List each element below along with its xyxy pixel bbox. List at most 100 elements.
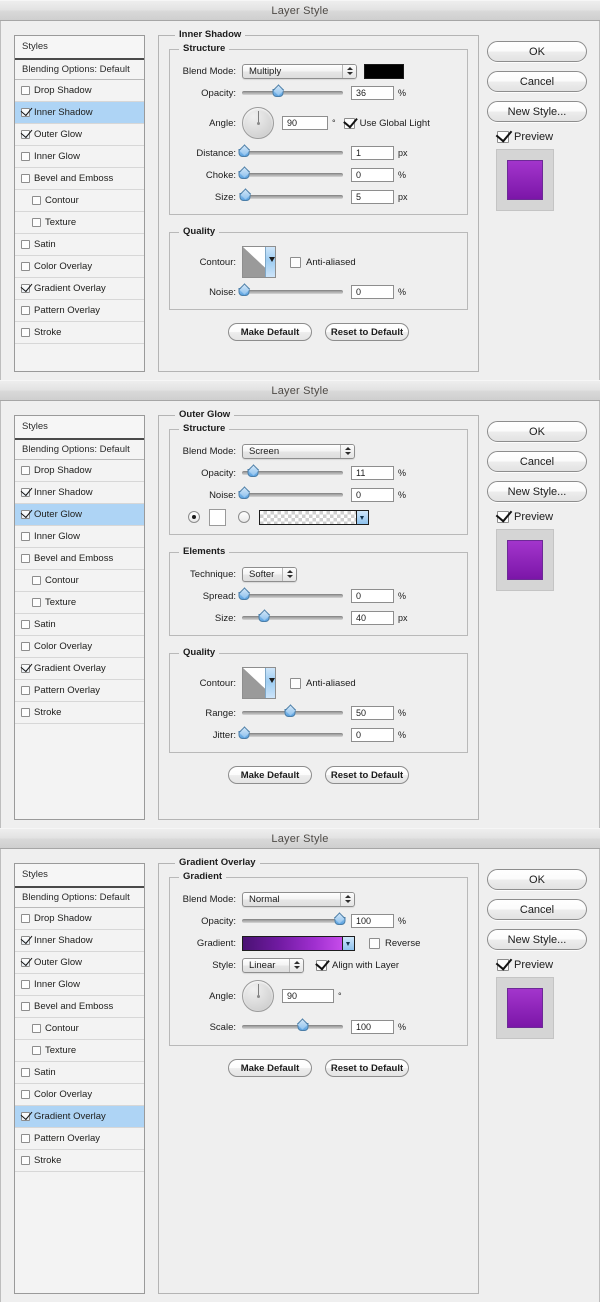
noise-value[interactable]: 0 [351,488,394,502]
checkbox-texture[interactable] [32,1046,41,1055]
sidebar-item-inner-glow[interactable]: Inner Glow [15,526,144,548]
checkbox-anti-aliased[interactable] [290,677,301,689]
styles-header[interactable]: Styles [15,864,144,888]
blend-mode-select[interactable]: Screen [242,443,355,459]
size-value[interactable]: 40 [351,611,394,625]
checkbox-reverse[interactable] [369,937,380,949]
sidebar-item-inner-glow[interactable]: Inner Glow [15,974,144,996]
gradient-picker[interactable] [242,935,355,951]
sidebar-item-drop-shadow[interactable]: Drop Shadow [15,80,144,102]
checkbox-inner-glow[interactable] [21,152,30,161]
sidebar-item-bevel-and-emboss[interactable]: Bevel and Emboss [15,548,144,570]
reset-to-default-button[interactable]: Reset to Default [325,766,409,784]
cancel-button[interactable]: Cancel [487,71,587,92]
checkbox-inner-shadow[interactable] [21,936,30,945]
opacity-value[interactable]: 11 [351,466,394,480]
size-value[interactable]: 5 [351,190,394,204]
sidebar-item-inner-shadow[interactable]: Inner Shadow [15,102,144,124]
sidebar-item-gradient-overlay[interactable]: Gradient Overlay [15,658,144,680]
sidebar-item-satin[interactable]: Satin [15,234,144,256]
reverse-row[interactable]: Reverse [369,937,420,949]
sidebar-item-pattern-overlay[interactable]: Pattern Overlay [15,300,144,322]
make-default-button[interactable]: Make Default [228,323,312,341]
checkbox-color-overlay[interactable] [21,1090,30,1099]
checkbox-use-global-light[interactable] [343,117,355,129]
jitter-slider[interactable] [238,729,343,741]
reset-to-default-button[interactable]: Reset to Default [325,323,409,341]
make-default-button[interactable]: Make Default [228,766,312,784]
preview-toggle[interactable]: Preview [497,959,589,971]
checkbox-drop-shadow[interactable] [21,914,30,923]
new-style-button[interactable]: New Style... [487,481,587,502]
cancel-button[interactable]: Cancel [487,451,587,472]
checkbox-bevel-and-emboss[interactable] [21,174,30,183]
sidebar-item-gradient-overlay[interactable]: Gradient Overlay [15,278,144,300]
scale-slider[interactable] [242,1021,343,1033]
checkbox-align-with-layer[interactable] [316,959,327,971]
noise-slider[interactable] [238,286,343,298]
blending-options-item[interactable]: Blending Options: Default [15,888,144,908]
styles-header[interactable]: Styles [15,416,144,440]
sidebar-item-drop-shadow[interactable]: Drop Shadow [15,460,144,482]
ok-button[interactable]: OK [487,421,587,442]
sidebar-item-texture[interactable]: Texture [15,212,144,234]
chevron-down-icon[interactable] [356,510,368,524]
chevron-updown-icon[interactable] [340,892,354,906]
checkbox-inner-glow[interactable] [21,532,30,541]
preview-toggle[interactable]: Preview [497,131,589,143]
checkbox-contour[interactable] [32,1024,41,1033]
opacity-slider[interactable] [242,87,343,99]
checkbox-preview[interactable] [497,131,509,143]
checkbox-pattern-overlay[interactable] [21,1134,30,1143]
sidebar-item-color-overlay[interactable]: Color Overlay [15,256,144,278]
checkbox-pattern-overlay[interactable] [21,306,30,315]
sidebar-item-gradient-overlay[interactable]: Gradient Overlay [15,1106,144,1128]
checkbox-contour[interactable] [32,576,41,585]
sidebar-item-outer-glow[interactable]: Outer Glow [15,124,144,146]
choke-slider[interactable] [238,169,343,181]
opacity-slider[interactable] [242,915,346,927]
radio-solid-color[interactable] [188,511,200,523]
checkbox-stroke[interactable] [21,328,30,337]
blend-mode-select[interactable]: Normal [242,891,355,907]
cancel-button[interactable]: Cancel [487,899,587,920]
checkbox-satin[interactable] [21,1068,30,1077]
size-slider[interactable] [242,612,343,624]
angle-value[interactable]: 90 [282,116,328,130]
radio-gradient[interactable] [238,511,250,523]
sidebar-item-inner-shadow[interactable]: Inner Shadow [15,482,144,504]
range-slider[interactable] [242,707,343,719]
blending-options-item[interactable]: Blending Options: Default [15,60,144,80]
new-style-button[interactable]: New Style... [487,929,587,950]
make-default-button[interactable]: Make Default [228,1059,312,1077]
spread-slider[interactable] [238,590,343,602]
opacity-value[interactable]: 100 [351,914,394,928]
sidebar-item-contour[interactable]: Contour [15,570,144,592]
chevron-updown-icon[interactable] [282,567,296,581]
checkbox-outer-glow[interactable] [21,510,30,519]
contour-preset-picker[interactable] [242,246,276,278]
angle-dial[interactable] [242,980,274,1012]
sidebar-item-satin[interactable]: Satin [15,1062,144,1084]
checkbox-inner-shadow[interactable] [21,488,30,497]
checkbox-color-overlay[interactable] [21,642,30,651]
sidebar-item-texture[interactable]: Texture [15,592,144,614]
sidebar-item-satin[interactable]: Satin [15,614,144,636]
checkbox-gradient-overlay[interactable] [21,284,30,293]
ok-button[interactable]: OK [487,41,587,62]
blend-mode-select[interactable]: Multiply [242,63,357,79]
glow-gradient-picker[interactable] [259,509,369,525]
blending-options-item[interactable]: Blending Options: Default [15,440,144,460]
sidebar-item-texture[interactable]: Texture [15,1040,144,1062]
sidebar-item-color-overlay[interactable]: Color Overlay [15,636,144,658]
anti-aliased-row[interactable]: Anti-aliased [290,677,356,689]
spread-value[interactable]: 0 [351,589,394,603]
checkbox-inner-shadow[interactable] [21,108,30,117]
sidebar-item-bevel-and-emboss[interactable]: Bevel and Emboss [15,996,144,1018]
sidebar-item-inner-shadow[interactable]: Inner Shadow [15,930,144,952]
checkbox-pattern-overlay[interactable] [21,686,30,695]
noise-value[interactable]: 0 [351,285,394,299]
align-with-layer-row[interactable]: Align with Layer [316,959,399,971]
checkbox-contour[interactable] [32,196,41,205]
shadow-color-swatch[interactable] [364,63,404,79]
